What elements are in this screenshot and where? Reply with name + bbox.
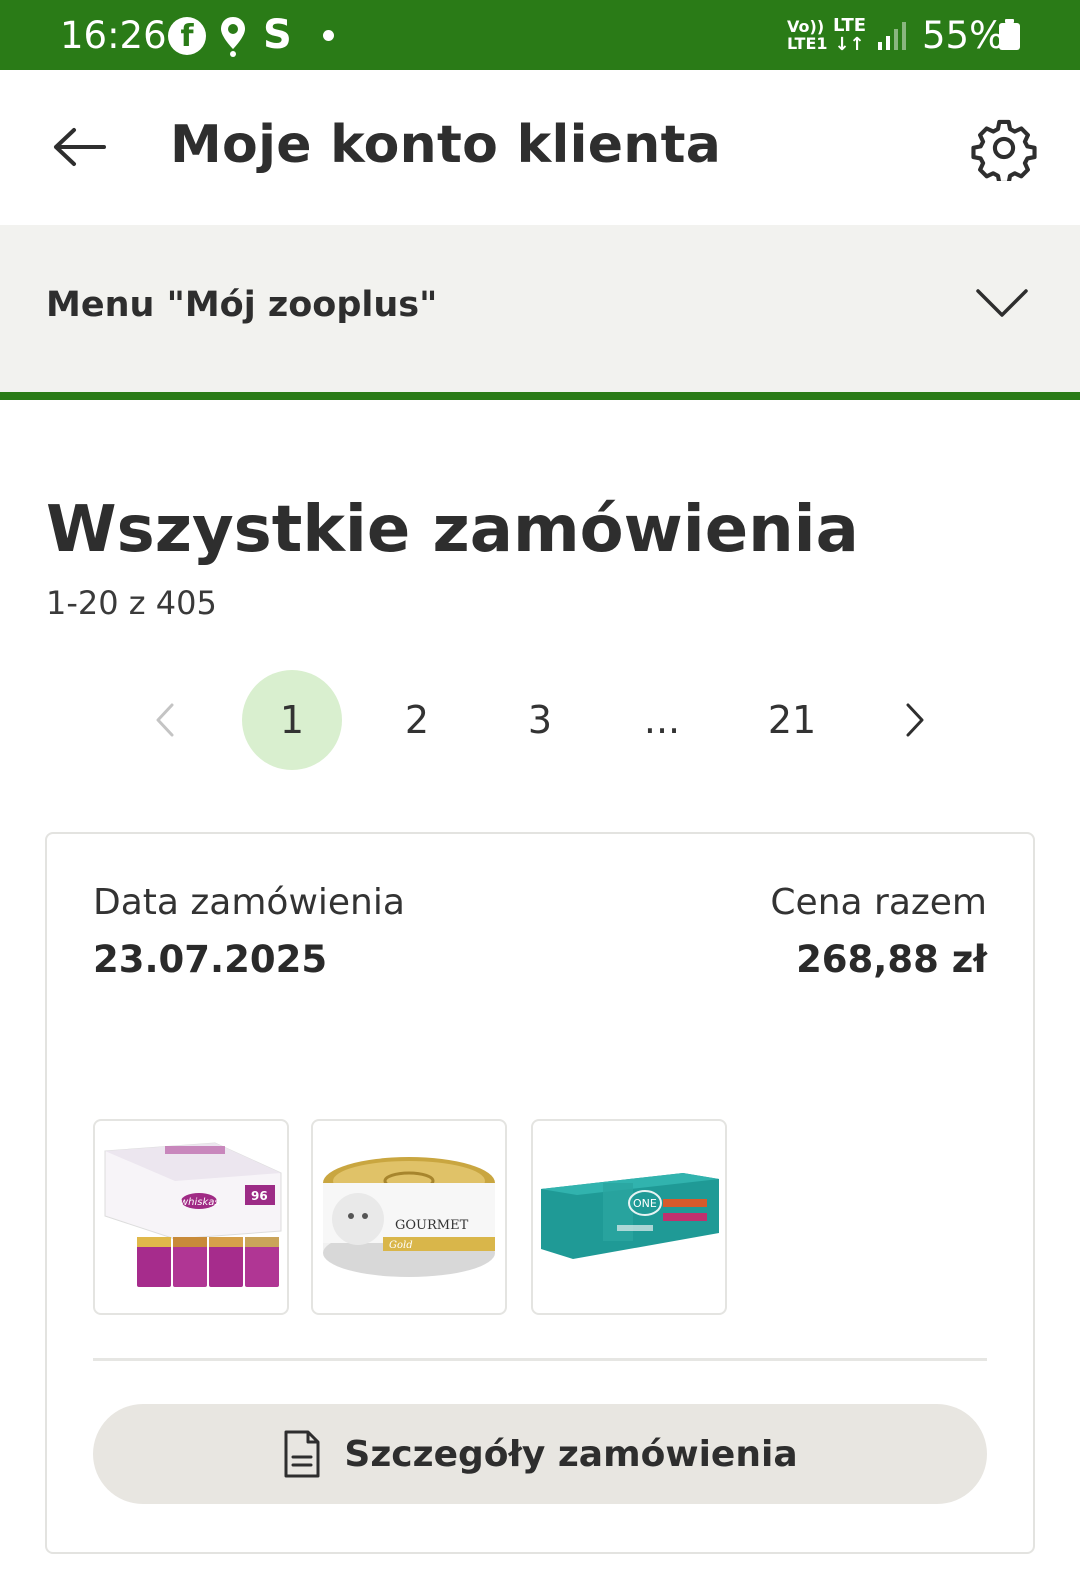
product-thumbnail-whiskas[interactable]: 96 whiskas [93,1119,289,1315]
battery-percentage: 55% [922,14,1005,57]
chevron-right-icon [906,703,924,737]
status-time: 16:26 [60,14,167,57]
signal-icon [878,20,910,54]
back-button[interactable] [48,115,112,179]
page-2-button[interactable]: 2 [372,670,462,770]
location-notification-icon [218,15,248,61]
page-3-button[interactable]: 3 [495,670,585,770]
badge-96: 96 [251,1189,268,1203]
chevron-left-icon [156,703,174,737]
card-divider [93,1358,987,1361]
menu-underline [0,392,1080,400]
pagination-ellipsis: ... [643,698,681,742]
page-title: Moje konto klienta [170,115,722,175]
volte-icon: Vo)) LTE1 [787,17,828,53]
s-app-notification-icon: S [263,12,292,58]
page-21-button[interactable]: 21 [742,670,842,770]
product-thumbnail-gourmet-gold[interactable]: GOURMET Gold [311,1119,507,1315]
orders-count: 1-20 z 405 [46,584,217,622]
whiskas-box-image: 96 whiskas [104,1142,282,1287]
order-date-label: Data zamówienia [93,882,405,923]
gourmet-can-image: GOURMET Gold [323,1157,495,1277]
gear-icon [971,119,1037,181]
whiskas-logo-text: whiskas [180,1197,220,1208]
menu-label: Menu "Mój zooplus" [46,285,438,325]
arrow-left-icon [54,128,106,166]
previous-page-button[interactable] [130,670,200,770]
pagination: 1 2 3 ... 21 [0,670,1080,770]
page-1-button[interactable]: 1 [242,670,342,770]
gold-label-text: Gold [389,1240,413,1251]
app-bar: Moje konto klienta [0,70,1080,225]
next-page-button[interactable] [880,670,950,770]
order-details-label: Szczegóły zamówienia [344,1433,798,1475]
total-price-label: Cena razem [770,882,987,923]
orders-heading: Wszystkie zamówienia [46,493,859,567]
lte-data-icon: LTE ↓↑ [833,15,867,55]
battery-icon [999,19,1020,50]
purina-one-box-image: ONE [541,1173,719,1259]
more-notifications-dot-icon [323,30,334,41]
facebook-notification-icon: f [168,17,206,55]
order-date-value: 23.07.2025 [93,938,328,981]
order-details-button[interactable]: Szczegóły zamówienia [93,1404,987,1504]
order-card: Data zamówienia 23.07.2025 Cena razem 26… [45,832,1035,1554]
total-price-value: 268,88 zł [796,938,987,981]
settings-button[interactable] [968,112,1040,184]
chevron-down-icon [976,289,1028,317]
gourmet-logo-text: GOURMET [395,1218,469,1233]
status-bar: 16:26 f S Vo)) LTE1 LTE ↓↑ 55% [0,0,1080,70]
one-logo-text: ONE [633,1197,657,1210]
my-zooplus-menu-dropdown[interactable]: Menu "Mój zooplus" [0,225,1080,392]
product-thumbnail-purina-one[interactable]: ONE [531,1119,727,1315]
document-icon [284,1430,320,1478]
